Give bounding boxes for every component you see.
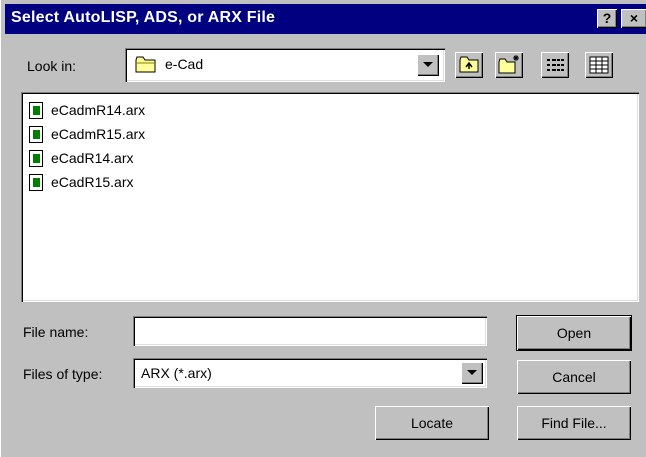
file-type-dropdown[interactable]: ARX (*.arx)	[133, 358, 487, 388]
look-in-label: Look in:	[27, 58, 77, 74]
help-button[interactable]: ?	[597, 9, 617, 28]
file-type-dropdown-arrow[interactable]	[461, 362, 483, 384]
arx-file-icon	[29, 102, 43, 119]
cancel-button[interactable]: Cancel	[517, 360, 631, 394]
look-in-dropdown[interactable]: e-Cad	[125, 48, 445, 82]
file-name: eCadR15.arx	[51, 174, 134, 190]
list-view-icon	[547, 59, 564, 71]
look-in-dropdown-arrow[interactable]	[417, 54, 439, 76]
file-list[interactable]: eCadmR14.arx eCadmR15.arx eCadR14.arx eC…	[21, 92, 639, 302]
title-bar[interactable]: Select AutoLISP, ADS, or ARX File ? ×	[5, 4, 646, 34]
dialog-title: Select AutoLISP, ADS, or ARX File	[11, 9, 276, 26]
select-file-dialog: Select AutoLISP, ADS, or ARX File ? × Lo…	[0, 0, 646, 457]
file-name-label: File name:	[23, 324, 89, 340]
details-view-icon	[589, 56, 609, 74]
list-view-button[interactable]	[541, 52, 569, 78]
arx-file-icon	[29, 126, 43, 143]
details-view-button[interactable]	[585, 52, 613, 78]
up-one-level-button[interactable]	[455, 52, 483, 78]
close-button[interactable]: ×	[621, 9, 646, 28]
open-button[interactable]: Open	[517, 316, 631, 350]
locate-button[interactable]: Locate	[375, 406, 489, 440]
create-new-folder-button[interactable]	[495, 52, 523, 78]
file-name-input[interactable]	[133, 316, 487, 346]
folder-icon	[135, 56, 156, 73]
file-name: eCadmR14.arx	[51, 102, 146, 118]
create-new-folder-icon	[498, 55, 519, 74]
arx-file-icon	[29, 150, 43, 167]
file-type-label: Files of type:	[23, 366, 103, 382]
file-name: eCadmR15.arx	[51, 126, 146, 142]
find-file-button[interactable]: Find File...	[517, 406, 631, 440]
file-name: eCadR14.arx	[51, 150, 134, 166]
look-in-value: e-Cad	[165, 56, 204, 72]
up-one-level-icon	[459, 56, 479, 73]
file-type-value: ARX (*.arx)	[141, 365, 212, 381]
arx-file-icon	[29, 174, 43, 191]
